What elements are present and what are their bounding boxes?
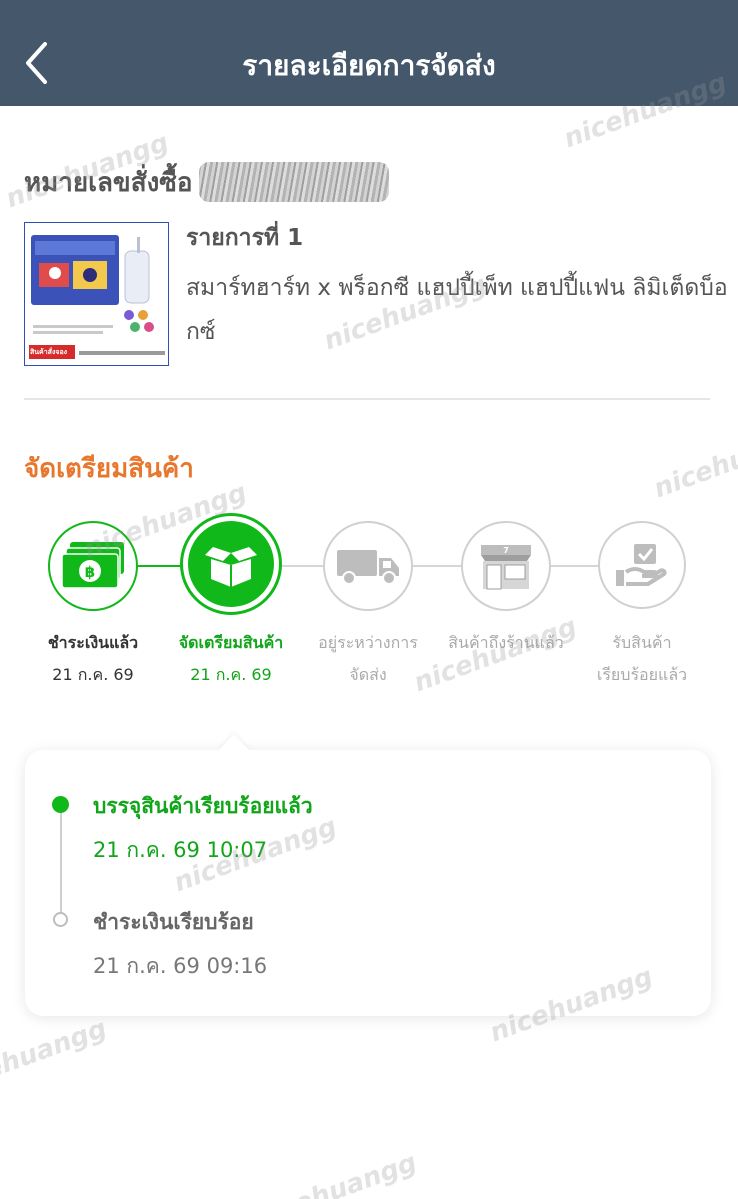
hand-package-icon bbox=[616, 544, 667, 586]
status-heading: จัดเตรียมสินค้า bbox=[24, 454, 194, 484]
redacted-order-number bbox=[198, 162, 389, 202]
item-name: สมาร์ทฮาร์ท x พร็อกซี แฮปปี้เพ็ท แฮปปี้แ… bbox=[186, 275, 728, 345]
truck-icon bbox=[337, 550, 399, 585]
product-image[interactable]: สินค้าสั่งจอง bbox=[24, 222, 169, 366]
timeline-dot-active bbox=[52, 796, 69, 813]
cash-icon: ฿ bbox=[61, 542, 124, 589]
product-illustration bbox=[25, 223, 168, 365]
svg-text:7: 7 bbox=[503, 546, 509, 555]
step-paid-label: ชำระเงินแล้ว bbox=[47, 633, 139, 652]
step-shipping-label-line2: จัดส่ง bbox=[349, 665, 387, 684]
timeline-connector bbox=[60, 805, 62, 921]
top-bar: รายละเอียดการจัดส่ง bbox=[0, 0, 738, 106]
event-title: ชำระเงินเรียบร้อย bbox=[93, 910, 254, 934]
store-icon: 7 bbox=[481, 545, 531, 590]
step-received bbox=[598, 521, 686, 609]
item-number: รายการที่ 1 bbox=[186, 225, 304, 251]
step-shipping bbox=[323, 521, 413, 611]
open-box-icon bbox=[205, 547, 257, 587]
watermark: nicehuangg bbox=[0, 1013, 111, 1101]
step-preparing-date: 21 ก.ค. 69 bbox=[190, 665, 272, 684]
step-received-label: รับสินค้า bbox=[612, 633, 672, 652]
preorder-badge: สินค้าสั่งจอง bbox=[30, 348, 68, 356]
watermark: nicehuangg bbox=[250, 1147, 421, 1199]
timeline-dot bbox=[53, 912, 68, 927]
step-arrived: 7 bbox=[461, 521, 551, 611]
progress-line-done bbox=[138, 565, 182, 567]
page-title: รายละเอียดการจัดส่ง bbox=[242, 49, 496, 82]
event-title: บรรจุสินค้าเรียบร้อยแล้ว bbox=[93, 794, 313, 818]
step-preparing-label: จัดเตรียมสินค้า bbox=[178, 633, 284, 652]
event-time: 21 ก.ค. 69 10:07 bbox=[93, 838, 268, 862]
step-shipping-label: อยู่ระหว่างการ bbox=[318, 633, 418, 652]
card-pointer bbox=[218, 734, 250, 751]
step-paid-date: 21 ก.ค. 69 bbox=[52, 665, 134, 684]
step-arrived-label: สินค้าถึงร้านแล้ว bbox=[448, 633, 564, 652]
step-preparing bbox=[180, 513, 282, 615]
event-time: 21 ก.ค. 69 09:16 bbox=[93, 954, 268, 978]
order-number-row: หมายเลขสั่งซื้อ bbox=[24, 162, 389, 202]
order-number-label: หมายเลขสั่งซื้อ bbox=[24, 167, 193, 198]
svg-text:฿: ฿ bbox=[85, 563, 95, 581]
step-paid: ฿ bbox=[48, 521, 138, 611]
step-received-label-line2: เรียบร้อยแล้ว bbox=[596, 665, 688, 684]
watermark: nicehuangg bbox=[650, 417, 738, 505]
divider bbox=[24, 398, 710, 400]
